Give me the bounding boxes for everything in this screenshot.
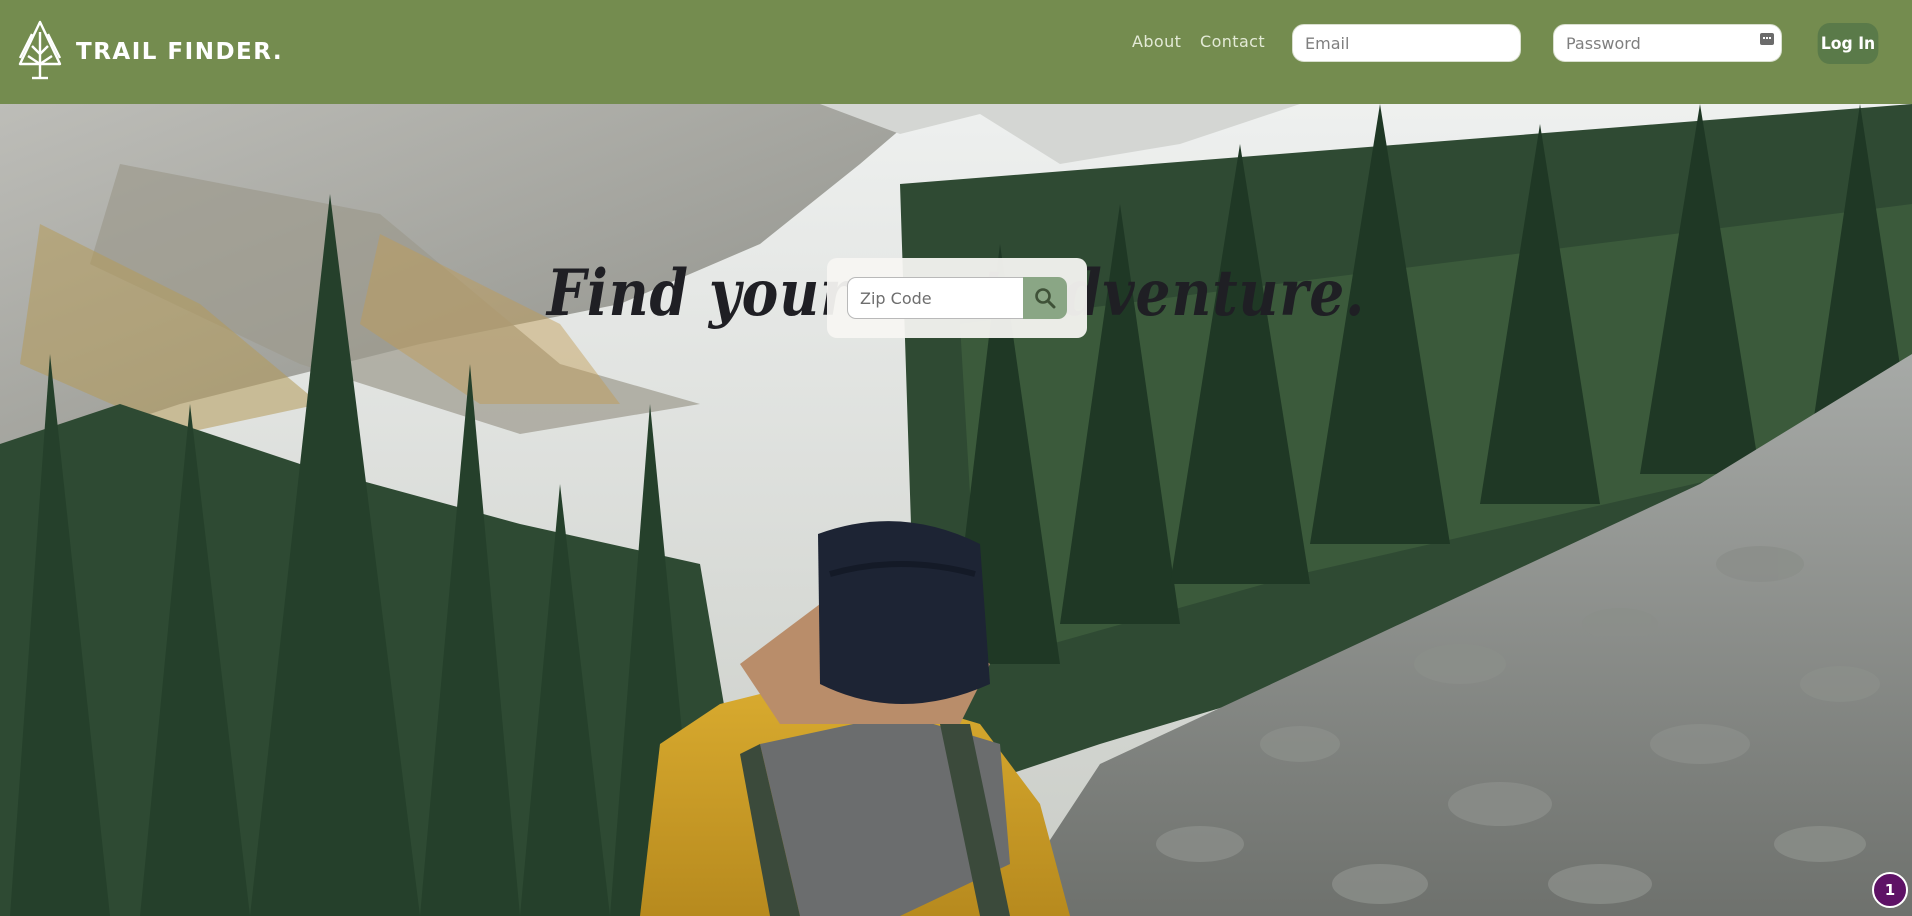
zip-code-input[interactable] [847, 277, 1024, 319]
magnifier-icon [1023, 287, 1067, 309]
nav-link-contact[interactable]: Contact [1200, 32, 1265, 51]
nav-link-about[interactable]: About [1132, 32, 1181, 51]
brand-name: TRAIL FINDER. [76, 39, 284, 65]
notification-badge[interactable]: 1 [1872, 872, 1908, 908]
trees-logo-icon [14, 20, 66, 80]
password-field[interactable] [1553, 24, 1782, 62]
email-field[interactable] [1292, 24, 1521, 62]
search-button[interactable] [1023, 277, 1067, 319]
hero-section: Find your next adventure. [0, 104, 1912, 916]
brand-logo[interactable]: TRAIL FINDER. [14, 20, 283, 80]
key-icon[interactable] [1760, 33, 1774, 45]
header-bar: TRAIL FINDER. About Contact Log In [0, 0, 1912, 104]
login-button[interactable]: Log In [1817, 23, 1879, 64]
hero-background-photo [0, 104, 1912, 916]
